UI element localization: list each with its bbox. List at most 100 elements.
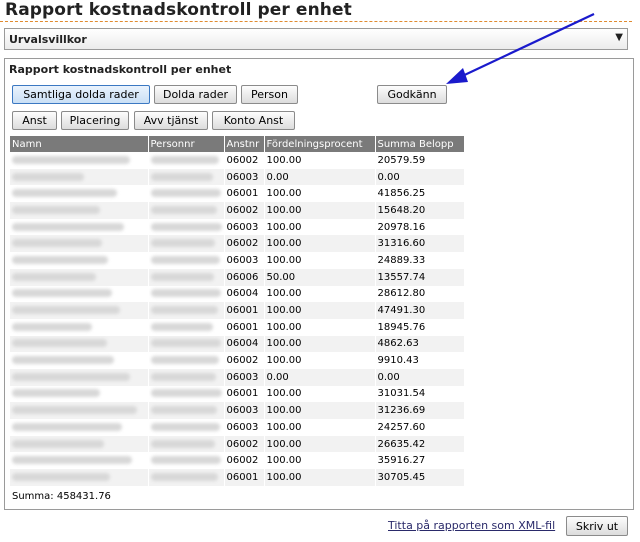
xml-report-link[interactable]: Titta på rapporten som XML-fil [388,519,555,532]
cell-personnr-redacted [148,235,225,253]
cell-summa-belopp: 13557.74 [375,268,465,286]
dolda-rader-button[interactable]: Dolda rader [154,85,237,104]
cell-summa-belopp: 35916.27 [375,452,465,470]
urvalsvillkor-label: Urvalsvillkor [9,33,87,46]
cell-summa-belopp: 24257.60 [375,419,465,436]
cell-summa-belopp: 20978.16 [375,218,465,236]
cell-summa-belopp: 20579.59 [375,152,465,169]
table-row: 06002 100.00 15648.20 [10,202,465,219]
cell-personnr-redacted [148,168,225,186]
cell-personnr-redacted [148,302,225,319]
cell-namn-redacted [10,302,149,319]
cell-personnr-redacted [148,452,225,470]
cell-fordelningsprocent: 100.00 [264,252,376,269]
table-row: 06003 0.00 0.00 [10,368,465,386]
cell-summa-belopp: 4862.63 [375,335,465,353]
cell-summa-belopp: 31236.69 [375,402,465,419]
cell-personnr-redacted [148,268,225,286]
redacted-text [150,322,213,331]
redacted-text [150,189,221,198]
cell-fordelningsprocent: 100.00 [264,452,376,470]
cell-fordelningsprocent: 100.00 [264,218,376,236]
cell-personnr-redacted [148,152,225,169]
anst-button[interactable]: Anst [12,111,57,130]
cell-anstnr: 06001 [224,385,265,403]
cell-namn-redacted [10,235,149,253]
redacted-text [150,222,222,231]
cell-personnr-redacted [148,385,225,403]
summa-total: Summa: 458431.76 [12,491,111,502]
cell-anstnr: 06002 [224,435,265,453]
page-title: Rapport kostnadskontroll per enhet [5,0,352,20]
table-row: 06002 100.00 35916.27 [10,452,465,470]
cell-fordelningsprocent: 100.00 [264,185,376,203]
cell-anstnr: 06002 [224,452,265,470]
cell-personnr-redacted [148,335,225,353]
cell-anstnr: 06001 [224,318,265,336]
redacted-text [12,189,117,198]
redacted-text [150,255,220,264]
cell-fordelningsprocent: 0.00 [264,368,376,386]
cell-summa-belopp: 24889.33 [375,252,465,269]
cell-personnr-redacted [148,469,225,486]
cell-anstnr: 06002 [224,352,265,369]
samtliga-dolda-rader-button[interactable]: Samtliga dolda rader [12,85,150,104]
cell-namn-redacted [10,452,149,470]
table-row: 06001 100.00 31031.54 [10,385,465,403]
redacted-text [150,339,221,348]
cell-namn-redacted [10,152,149,169]
column-header-namn[interactable]: Namn [10,136,149,152]
cell-anstnr: 06003 [224,218,265,236]
table-row: 06001 100.00 41856.25 [10,185,465,203]
konto-anst-button[interactable]: Konto Anst [212,111,295,130]
urvalsvillkor-dropdown[interactable]: Urvalsvillkor ▼ [4,28,628,50]
cell-fordelningsprocent: 100.00 [264,402,376,419]
cell-namn-redacted [10,352,149,369]
cell-anstnr: 06001 [224,469,265,486]
cell-personnr-redacted [148,419,225,436]
cell-namn-redacted [10,335,149,353]
table-row: 06001 100.00 30705.45 [10,469,465,486]
redacted-text [150,456,221,465]
redacted-text [12,422,122,431]
cell-summa-belopp: 15648.20 [375,202,465,219]
cell-namn-redacted [10,202,149,219]
redacted-text [150,406,217,415]
cell-fordelningsprocent: 50.00 [264,268,376,286]
redacted-text [12,472,110,481]
column-header-summa-belopp[interactable]: Summa Belopp [375,136,465,152]
cell-fordelningsprocent: 0.00 [264,168,376,186]
cell-personnr-redacted [148,202,225,219]
redacted-text [12,172,84,181]
chevron-down-icon[interactable]: ▼ [615,32,623,43]
redacted-text [150,306,218,315]
cell-personnr-redacted [148,318,225,336]
report-table: Namn Personnr Anstnr Fördelningsprocent … [10,136,465,486]
placering-button[interactable]: Placering [61,111,129,130]
redacted-text [12,205,100,214]
cell-summa-belopp: 18945.76 [375,318,465,336]
redacted-text [150,205,217,214]
cell-fordelningsprocent: 100.00 [264,335,376,353]
column-header-anstnr[interactable]: Anstnr [224,136,265,152]
cell-summa-belopp: 9910.43 [375,352,465,369]
table-row: 06003 0.00 0.00 [10,168,465,186]
person-button[interactable]: Person [241,85,298,104]
column-header-personnr[interactable]: Personnr [148,136,225,152]
cell-anstnr: 06006 [224,268,265,286]
cell-fordelningsprocent: 100.00 [264,202,376,219]
print-button[interactable]: Skriv ut [566,516,628,536]
cell-anstnr: 06002 [224,152,265,169]
cell-summa-belopp: 47491.30 [375,302,465,319]
cell-summa-belopp: 30705.45 [375,469,465,486]
cell-namn-redacted [10,402,149,419]
cell-personnr-redacted [148,435,225,453]
table-row: 06006 50.00 13557.74 [10,268,465,286]
godkann-button[interactable]: Godkänn [377,85,447,104]
cell-fordelningsprocent: 100.00 [264,318,376,336]
column-header-fordelningsprocent[interactable]: Fördelningsprocent [264,136,376,152]
cell-namn-redacted [10,218,149,236]
avv-tjanst-button[interactable]: Avv tjänst [134,111,208,130]
cell-personnr-redacted [148,402,225,419]
redacted-text [150,389,222,398]
